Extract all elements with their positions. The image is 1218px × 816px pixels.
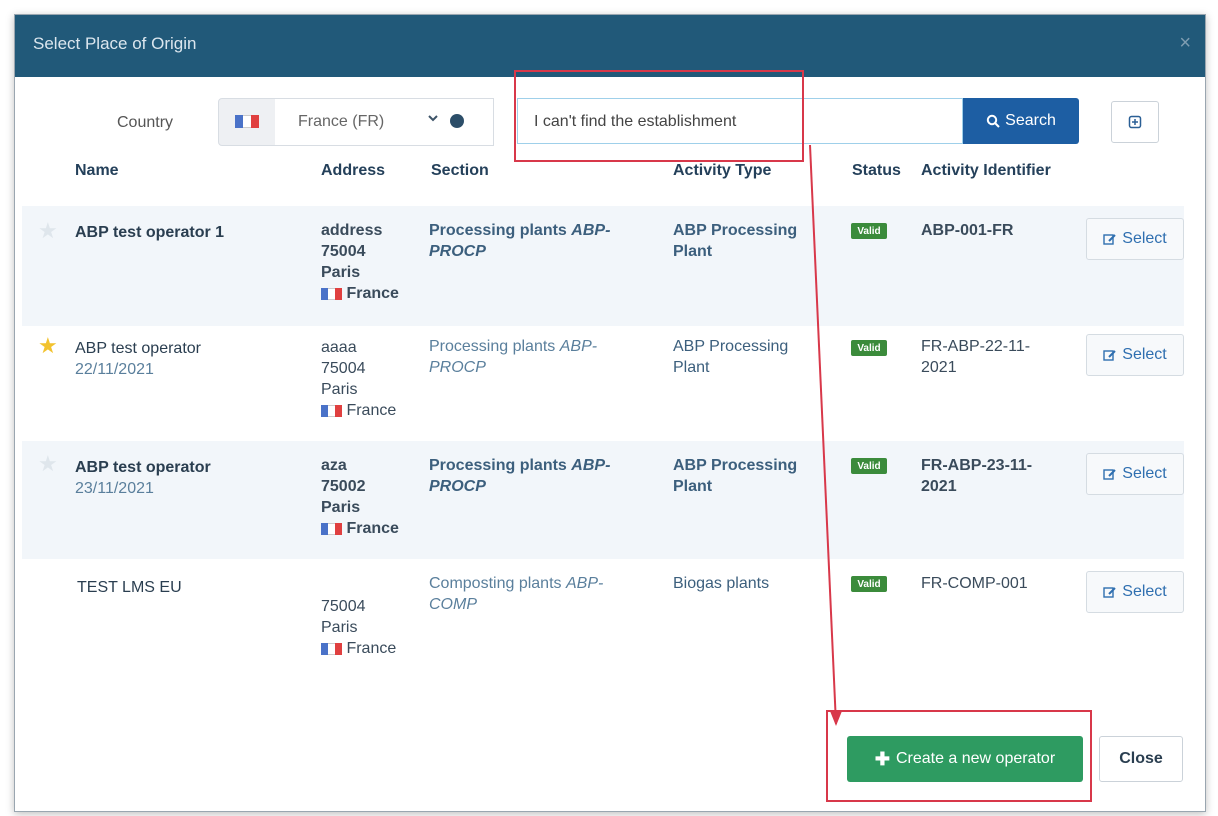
select-button[interactable]: Select — [1086, 453, 1184, 495]
country-name: France — [346, 640, 397, 657]
country-select-value: France (FR) — [298, 113, 385, 130]
section-name: Processing plants — [429, 338, 556, 355]
chevron-down-icon — [427, 111, 439, 128]
row-activity-identifier: FR-ABP-23-11-2021 — [921, 457, 1033, 495]
country-name: France — [346, 402, 397, 419]
select-button-label: Select — [1122, 465, 1167, 482]
row-address: 75004 Paris France — [321, 596, 396, 659]
row-activity-identifier: FR-COMP-001 — [921, 575, 1028, 592]
row-activity-identifier: ABP-001-FR — [921, 222, 1014, 239]
star-icon[interactable]: ★ — [38, 451, 58, 477]
country-select[interactable]: France (FR) — [275, 98, 494, 146]
row-name: TEST LMS EU — [77, 579, 182, 596]
france-flag-icon — [321, 520, 342, 535]
col-header-address: Address — [321, 162, 386, 179]
section-name: Processing plants — [429, 457, 567, 474]
address-country: France — [321, 638, 396, 659]
status-badge: Valid — [851, 223, 887, 239]
dialog-titlebar: Select Place of Origin × — [15, 15, 1205, 77]
row-activity-identifier: FR-ABP-22-11-2021 — [921, 338, 1031, 376]
row-name: ABP test operator 22/11/2021 — [75, 338, 201, 380]
dialog-close-icon[interactable]: × — [1179, 32, 1191, 55]
search-button-label: Search — [1005, 112, 1056, 129]
address-postcode: 75004 — [321, 360, 366, 377]
row-activity-type: ABP Processing Plant — [673, 222, 798, 260]
address-line: aza — [321, 457, 347, 474]
col-header-name: Name — [75, 162, 119, 179]
create-operator-button[interactable]: ✚ Create a new operator — [847, 736, 1083, 782]
address-country: France — [321, 518, 399, 539]
col-header-activity-identifier: Activity Identifier — [921, 162, 1051, 179]
france-flag-icon — [321, 285, 342, 300]
address-country: France — [321, 283, 399, 304]
country-name: France — [346, 520, 399, 537]
row-activity-type: ABP Processing Plant — [673, 338, 789, 376]
address-line: aaaa — [321, 339, 357, 356]
row-address: address 75004 Paris France — [321, 220, 399, 304]
col-header-status: Status — [852, 162, 901, 179]
section-name: Composting plants — [429, 575, 562, 592]
row-section: Processing plants ABP-PROCP — [429, 455, 649, 497]
row-address: aaaa 75004 Paris France — [321, 337, 396, 421]
edit-icon — [1103, 586, 1116, 598]
country-flag-addon — [218, 98, 276, 146]
country-label: Country — [117, 114, 174, 131]
country-name: France — [346, 285, 399, 302]
select-button[interactable]: Select — [1086, 571, 1184, 613]
status-badge: Valid — [851, 340, 887, 356]
expand-button[interactable] — [1111, 101, 1159, 143]
select-button[interactable]: Select — [1086, 218, 1184, 260]
col-header-section: Section — [431, 162, 489, 179]
france-flag-icon — [321, 402, 342, 417]
select-button-label: Select — [1122, 230, 1167, 247]
address-postcode: 75004 — [321, 598, 366, 615]
address-city: Paris — [321, 499, 361, 516]
search-icon — [986, 114, 1000, 128]
section-name: Processing plants — [429, 222, 567, 239]
close-button[interactable]: Close — [1099, 736, 1183, 782]
name-text: ABP test operator — [75, 459, 211, 476]
france-flag-icon — [235, 115, 259, 128]
row-section: Composting plants ABP-COMP — [429, 573, 649, 615]
address-country: France — [321, 400, 396, 421]
row-name: ABP test operator 23/11/2021 — [75, 457, 211, 499]
address-city: Paris — [321, 381, 358, 398]
select-button-label: Select — [1122, 583, 1167, 600]
globe-icon[interactable] — [450, 114, 464, 128]
row-activity-type: ABP Processing Plant — [673, 457, 798, 495]
search-input[interactable]: I can't find the establishment — [517, 98, 963, 144]
dialog-title: Select Place of Origin — [33, 34, 197, 53]
row-activity-type: Biogas plants — [673, 575, 770, 592]
address-city: Paris — [321, 619, 358, 636]
name-date: 22/11/2021 — [75, 361, 154, 378]
france-flag-icon — [321, 640, 342, 655]
star-icon[interactable]: ★ — [38, 218, 58, 244]
expand-icon — [1128, 115, 1142, 129]
status-badge: Valid — [851, 458, 887, 474]
edit-icon — [1103, 349, 1116, 361]
select-button[interactable]: Select — [1086, 334, 1184, 376]
search-button[interactable]: Search — [963, 98, 1079, 144]
address-line: address — [321, 222, 383, 239]
status-badge: Valid — [851, 576, 887, 592]
search-input-value: I can't find the establishment — [534, 113, 737, 130]
name-date: 23/11/2021 — [75, 480, 154, 497]
row-section: Processing plants ABP-PROCP — [429, 220, 649, 262]
star-icon[interactable]: ★ — [38, 333, 58, 359]
address-city: Paris — [321, 264, 361, 281]
address-postcode: 75004 — [321, 243, 366, 260]
edit-icon — [1103, 468, 1116, 480]
address-postcode: 75002 — [321, 478, 366, 495]
row-name: ABP test operator 1 — [75, 224, 225, 241]
select-button-label: Select — [1122, 346, 1167, 363]
plus-icon: ✚ — [874, 748, 890, 769]
edit-icon — [1103, 233, 1116, 245]
row-address: aza 75002 Paris France — [321, 455, 399, 539]
col-header-activity-type: Activity Type — [673, 162, 772, 179]
name-text: ABP test operator — [75, 340, 201, 357]
row-section: Processing plants ABP-PROCP — [429, 336, 649, 378]
create-operator-label: Create a new operator — [895, 750, 1056, 767]
